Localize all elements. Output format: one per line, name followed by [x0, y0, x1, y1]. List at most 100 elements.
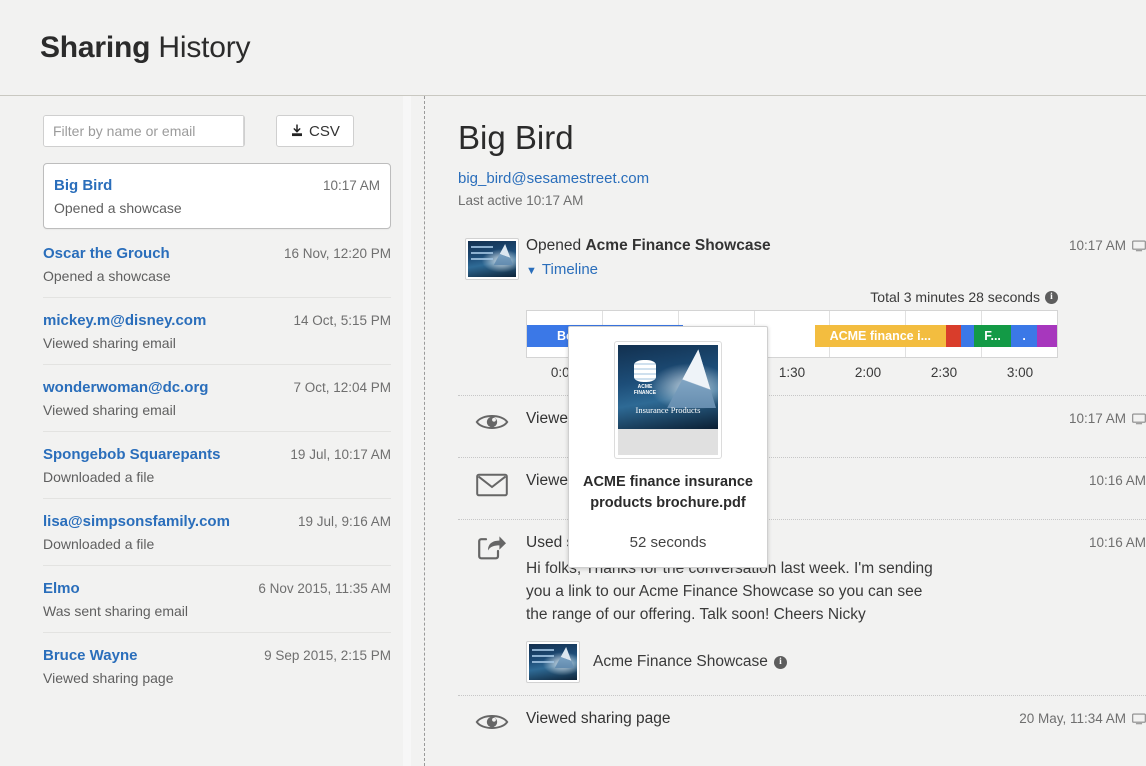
- search-icon: [244, 124, 245, 139]
- list-item[interactable]: Big Bird 10:17 AM Opened a showcase: [43, 163, 391, 229]
- timeline-tick-label: 2:30: [930, 365, 958, 381]
- file-preview-name: ACME finance insurance products brochure…: [582, 474, 753, 511]
- activity-row[interactable]: Opened Acme Finance Showcase ▼ Timeline T…: [458, 232, 1146, 395]
- list-item-action: Opened a showcase: [43, 268, 171, 284]
- page-title-rest: History: [150, 30, 251, 64]
- activity-body: Viewed sharing page: [526, 709, 1019, 729]
- list-item[interactable]: mickey.m@disney.com 14 Oct, 5:15 PM Viewed…: [43, 297, 391, 364]
- list-item-action: Downloaded a file: [43, 536, 155, 552]
- list-item-action: Viewed sharing email: [43, 402, 176, 418]
- timeline-segment[interactable]: [1036, 325, 1057, 348]
- list-item-header: Oscar the Grouch 16 Nov, 12:20 PM: [43, 245, 391, 262]
- list-item[interactable]: Elmo 6 Nov 2015, 11:35 AM Was sent sharing…: [43, 565, 391, 632]
- page-title: Sharing History: [40, 30, 251, 65]
- search-field-wrapper[interactable]: [43, 115, 245, 147]
- list-item[interactable]: Spongebob Squarepants 19 Jul, 10:17 AM Dow…: [43, 431, 391, 498]
- activity-row[interactable]: Viewed sharing email 10:16 AM: [458, 457, 1146, 519]
- desktop-icon: [1132, 240, 1146, 252]
- chevron-down-icon: ▼: [526, 265, 537, 278]
- activity-timestamp: 10:17 AM: [1069, 409, 1146, 426]
- cylinder-shape: [633, 359, 657, 383]
- list-item-name: Elmo: [43, 580, 80, 597]
- list-item-time: 9 Sep 2015, 2:15 PM: [264, 648, 391, 663]
- activity-title: Viewed sharing page: [526, 710, 671, 728]
- list-item-action: Viewed sharing email: [43, 335, 176, 351]
- list-item[interactable]: lisa@simpsonsfamily.com 19 Jul, 9:16 AM Do…: [43, 498, 391, 565]
- share-icon: [478, 536, 506, 560]
- showcase-thumbnail-image: [529, 644, 577, 681]
- info-icon[interactable]: i: [773, 655, 787, 669]
- timeline-toggle[interactable]: ▼ Timeline: [526, 261, 598, 278]
- activity-time-text: 10:17 AM: [1068, 238, 1126, 254]
- activity-row[interactable]: Used sharing email: Hi folks, Thanks for…: [458, 519, 1146, 695]
- list-item-action: Opened a showcase: [54, 200, 182, 216]
- search-input[interactable]: [44, 116, 243, 146]
- sharing-history-list[interactable]: Big Bird 10:17 AM Opened a showcase Oscar t…: [0, 163, 424, 699]
- list-item-action: Downloaded a file: [43, 469, 155, 485]
- sidebar-scrollbar[interactable]: [403, 96, 411, 766]
- activity-title-prefix: Opened: [526, 237, 586, 255]
- desktop-icon: [1132, 413, 1146, 425]
- contact-name: Big Bird: [458, 119, 574, 156]
- activity-row[interactable]: Viewed sharing page 20 May, 11:34 AM: [458, 695, 1146, 757]
- timeline-segment[interactable]: .: [1011, 325, 1037, 348]
- file-preview-tooltip: ACME FINANCE Insurance Products ACME fin…: [568, 326, 768, 568]
- activity-icon: [458, 409, 526, 433]
- list-item-name: wonderwoman@dc.org: [43, 379, 209, 396]
- sidebar-toolbar: CSV: [0, 96, 424, 147]
- activity-icon: [458, 471, 526, 497]
- file-cover-image: ACME FINANCE Insurance Products: [618, 345, 718, 455]
- sharing-history-page: Sharing History Filter by name or email …: [0, 0, 1146, 766]
- attachment-label-wrap: Acme Finance Showcase i: [593, 653, 787, 671]
- showcase-thumbnail: [465, 238, 519, 281]
- message-attachment[interactable]: Acme Finance Showcase i: [526, 641, 1083, 684]
- download-icon: [292, 124, 302, 137]
- activity-time-text: 10:16 AM: [1088, 535, 1146, 551]
- list-item-name: Bruce Wayne: [43, 647, 138, 664]
- list-item[interactable]: Bruce Wayne 9 Sep 2015, 2:15 PM Viewed sha…: [43, 632, 391, 699]
- export-csv-label: CSV: [309, 122, 340, 140]
- activity-timestamp: 10:16 AM: [1089, 471, 1146, 488]
- timeline-segment[interactable]: [945, 325, 962, 348]
- timeline-toggle-label: Timeline: [541, 261, 599, 279]
- showcase-thumbnail: [526, 641, 580, 684]
- activity-icon: [458, 236, 526, 281]
- activity-timestamp: 10:16 AM: [1089, 533, 1146, 550]
- timeline-tick-label: 3:00: [1006, 365, 1034, 381]
- acme-logo-icon: ACME FINANCE: [627, 356, 663, 400]
- eye-icon: [475, 415, 509, 430]
- activity-row[interactable]: Viewed a file 10:17 AM: [458, 395, 1146, 457]
- activity-time-text: 20 May, 11:34 AM: [1019, 711, 1126, 727]
- timeline-tick-label: 1:30: [778, 365, 806, 381]
- contact-email-link[interactable]: big_bird@sesamestreet.com: [458, 170, 649, 187]
- activity-timestamp: 20 May, 11:34 AM: [1019, 709, 1146, 726]
- timeline-tick-label: 2:00: [854, 365, 882, 381]
- timeline-segment[interactable]: ACME finance i...: [814, 325, 946, 348]
- list-item-time: 14 Oct, 5:15 PM: [293, 313, 391, 328]
- list-item-header: Big Bird 10:17 AM: [54, 177, 380, 194]
- envelope-icon: [476, 474, 508, 497]
- timeline-segment[interactable]: F...: [973, 325, 1012, 348]
- list-item-time: 7 Oct, 12:04 PM: [293, 380, 391, 395]
- activity-title: Opened Acme Finance Showcase: [526, 236, 1063, 256]
- export-csv-button[interactable]: CSV: [276, 115, 354, 147]
- sidebar: CSV Big Bird10:17 AMOpened a showcaseOsc…: [0, 96, 425, 766]
- timeline-segment[interactable]: [961, 325, 974, 348]
- list-item[interactable]: wonderwoman@dc.org 7 Oct, 12:04 PM Viewed …: [43, 364, 391, 431]
- activity-icon: [458, 533, 526, 561]
- list-item-name: Oscar the Grouch: [43, 245, 170, 262]
- activity-timestamp: 10:17 AM: [1069, 236, 1146, 253]
- list-item-header: Elmo 6 Nov 2015, 11:35 AM: [43, 580, 391, 597]
- activity-time-text: 10:17 AM: [1068, 411, 1126, 427]
- activity-title-showcase: Acme Finance Showcase: [585, 237, 771, 255]
- attachment-label: Acme Finance Showcase: [593, 653, 768, 671]
- list-item-time: 10:17 AM: [322, 178, 380, 193]
- list-item[interactable]: Oscar the Grouch 16 Nov, 12:20 PM Opened a…: [43, 229, 391, 297]
- search-button[interactable]: [243, 116, 245, 146]
- list-item-header: wonderwoman@dc.org 7 Oct, 12:04 PM: [43, 379, 391, 396]
- list-item-header: Spongebob Squarepants 19 Jul, 10:17 AM: [43, 446, 391, 463]
- contact-last-active: Last active 10:17 AM: [458, 193, 584, 209]
- info-icon[interactable]: i: [1044, 290, 1058, 304]
- activity-feed: Opened Acme Finance Showcase ▼ Timeline T…: [458, 232, 1146, 757]
- cover-caption: Insurance Products: [635, 404, 701, 415]
